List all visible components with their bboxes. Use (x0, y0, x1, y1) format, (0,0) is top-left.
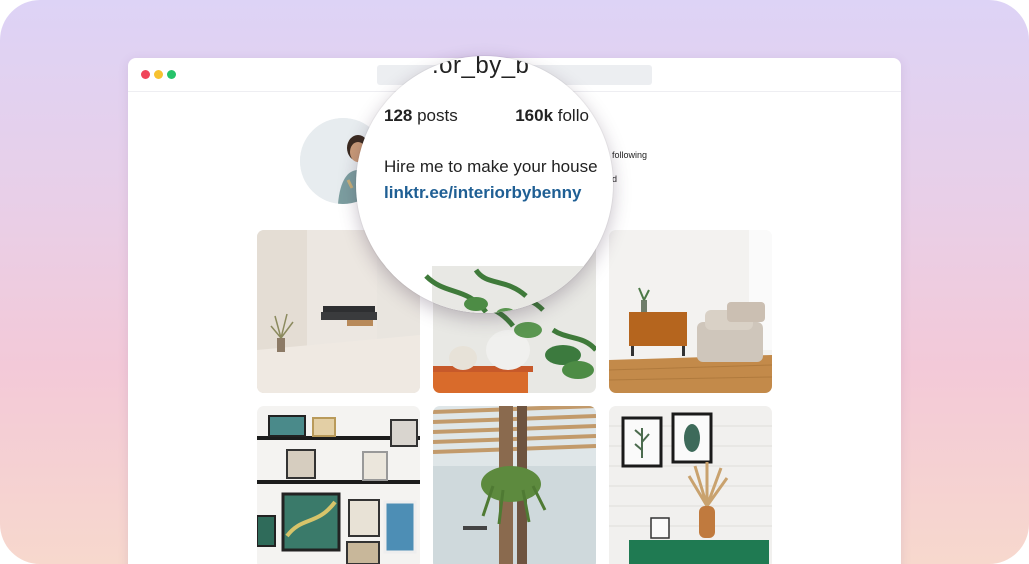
followers-label[interactable]: follo (553, 106, 589, 125)
background-frame: following d .or_by_b 128 posts 160k foll… (0, 0, 1029, 564)
following-label[interactable]: following (612, 150, 647, 160)
tile-pergola-plant[interactable] (433, 406, 596, 564)
tile-brick-wall-frames[interactable] (609, 406, 772, 564)
profile-bio: Hire me to make your house (384, 157, 598, 176)
maximize-window-dot[interactable] (167, 70, 176, 79)
followers-count[interactable]: 160k (515, 106, 553, 125)
profile-link[interactable]: linktr.ee/interiorbybenny (384, 183, 581, 203)
minimize-window-dot[interactable] (154, 70, 163, 79)
posts-count: 128 (384, 106, 413, 125)
magnifier-lens: .or_by_b 128 posts 160k follo Hire me to… (356, 56, 613, 313)
profile-stats: 128 posts 160k follo (384, 106, 589, 126)
tile-armchair-sideboard[interactable] (609, 230, 772, 393)
lens-photo-preview (356, 266, 613, 313)
posts-label: posts (412, 106, 458, 125)
profile-username: .or_by_b (432, 56, 530, 79)
close-window-dot[interactable] (141, 70, 150, 79)
tile-gallery-wall[interactable] (257, 406, 420, 564)
